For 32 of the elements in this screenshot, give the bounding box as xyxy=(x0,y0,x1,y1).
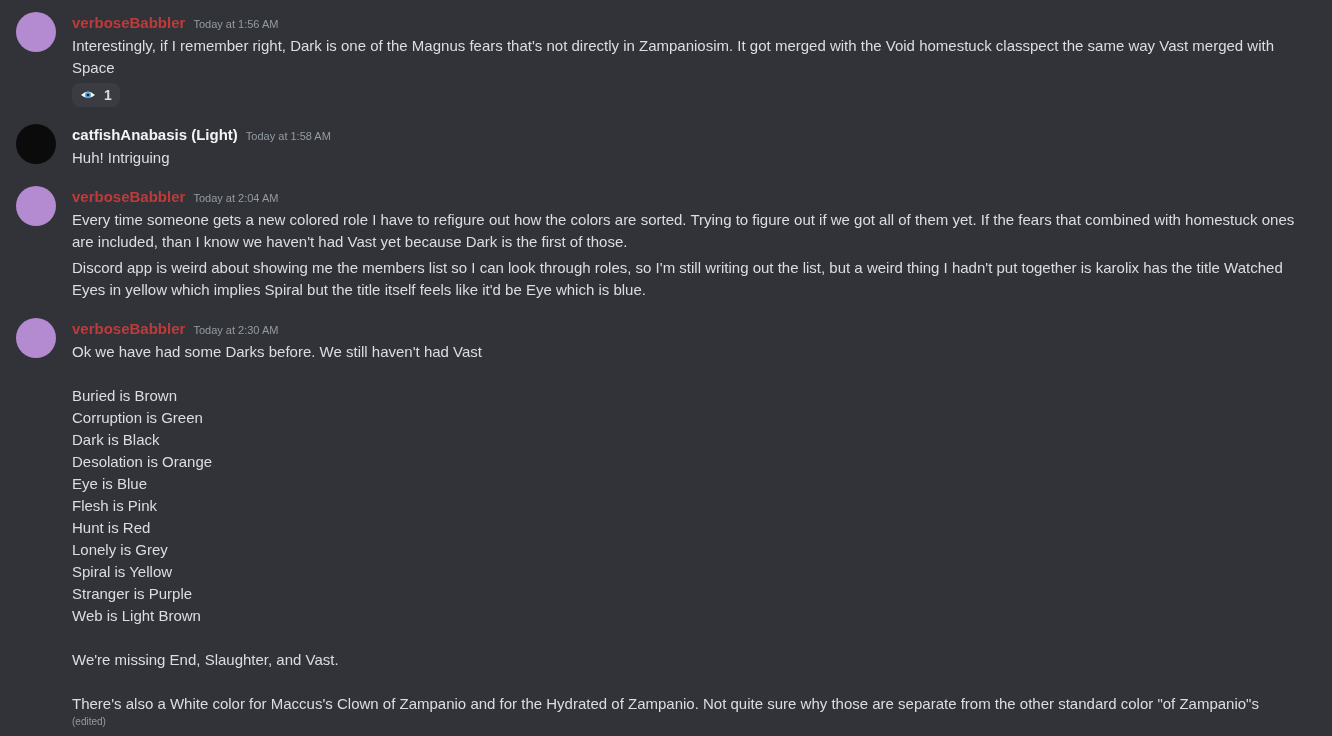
message-text: Lonely is Grey xyxy=(72,540,169,560)
username[interactable]: verboseBabbler xyxy=(72,318,186,340)
message-text: Discord app is weird about showing me the members list so I can look through roles, so I'm still writing out the list, but a weird thing I hadn't put together is karolix has the title Watched Eyes in yellow which implies Spiral but the title itself feels like it'd be Eye which is blue. xyxy=(72,258,1284,300)
message-text: Corruption is Green xyxy=(72,408,204,428)
username[interactable]: verboseBabbler xyxy=(72,186,186,208)
message-text: Flesh is Pink xyxy=(72,496,159,516)
message-text: Hunt is Red xyxy=(72,518,152,538)
message-text: We're missing End, Slaughter, and Vast. xyxy=(72,650,340,670)
message-text: Huh! Intriguing xyxy=(72,148,171,168)
message-text: Buried is Brown xyxy=(72,386,179,406)
avatar[interactable] xyxy=(16,186,56,226)
message-text: Web is Light Brown xyxy=(72,606,202,626)
message-text: Spiral is Yellow xyxy=(72,562,174,582)
message-text: Every time someone gets a new colored role I have to refigure out how the colors are sorted. Trying to figure out if we got all of them yet. If the fears that combined with homestuck ones are included, than I know we haven't had Vast yet because Dark is the first of those. xyxy=(72,210,1296,252)
username[interactable]: verboseBabbler xyxy=(72,12,186,34)
reaction-button[interactable]: 1 xyxy=(72,83,120,107)
username[interactable]: catfishAnabasis (Light) xyxy=(72,124,238,146)
message-text: Eye is Blue xyxy=(72,474,149,494)
message-text: Stranger is Purple xyxy=(72,584,194,604)
edited-label: (edited) xyxy=(72,715,107,729)
timestamp: Today at 2:04 AM xyxy=(193,191,279,206)
message-text: Dark is Black xyxy=(72,430,161,450)
avatar[interactable] xyxy=(16,12,56,52)
timestamp: Today at 1:56 AM xyxy=(193,17,279,32)
timestamp: Today at 2:30 AM xyxy=(193,323,279,338)
eye-icon xyxy=(80,90,96,100)
message-text: Interestingly, if I remember right, Dark is one of the Magnus fears that's not directly in Zampaniosim. It got merged with the Void homestuck classpect the same way Vast merged with Space xyxy=(72,36,1275,78)
message-text: Ok we have had some Darks before. We still haven't had Vast xyxy=(72,342,483,362)
message-text: There's also a White color for Maccus's Clown of Zampanio and for the Hydrated of Zampanio. Not quite sure why those are separate from the other standard color "of Zampanio"s xyxy=(72,694,1260,714)
timestamp: Today at 1:58 AM xyxy=(245,129,331,144)
avatar[interactable] xyxy=(16,318,56,358)
message-text: Desolation is Orange xyxy=(72,452,214,472)
